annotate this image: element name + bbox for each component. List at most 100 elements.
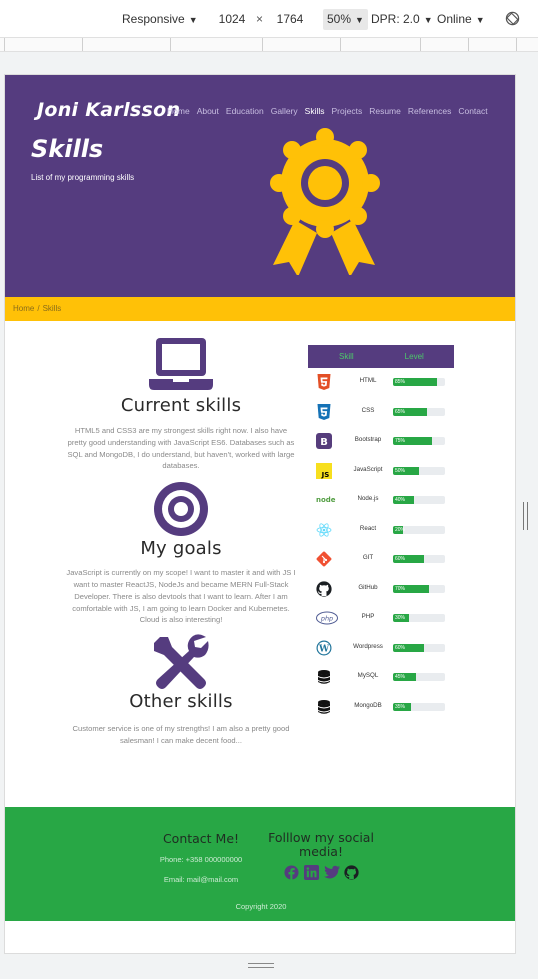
skill-row: GitHub 70% <box>308 575 454 605</box>
skill-name: MySQL <box>357 672 379 679</box>
site-brand[interactable]: Joni Karlsson <box>37 99 180 121</box>
section-title: Other skills <box>129 691 233 713</box>
bootstrap-icon: B <box>316 433 332 449</box>
caret-down-icon: ▼ <box>188 15 198 25</box>
page-title: Skills <box>31 135 104 163</box>
zoom-label: 50% <box>327 12 352 26</box>
breadcrumb-home[interactable]: Home <box>13 304 34 313</box>
hero-header: Joni Karlsson Home About Education Galle… <box>5 75 515 297</box>
dimension-separator: × <box>256 12 264 26</box>
skill-progress-bar: 30% <box>393 614 445 622</box>
skills-sections: Current skills HTML5 and CSS3 are my str… <box>65 337 297 747</box>
main-nav: Home About Education Gallery Skills Proj… <box>167 106 488 116</box>
skill-progress-bar: 45% <box>393 673 445 681</box>
svg-text:node: node <box>316 496 336 504</box>
zoom-select[interactable]: 50% ▼ <box>323 9 368 30</box>
network-label: Online <box>437 12 472 26</box>
skill-row: JS JavaScript 50% <box>308 457 454 487</box>
height-input[interactable]: 1764 <box>270 9 310 30</box>
header-skill: Skill <box>339 352 354 361</box>
dpr-label: DPR: 2.0 <box>371 12 420 26</box>
breadcrumb-separator: / <box>37 304 40 313</box>
breadcrumb: Home / Skills <box>5 297 515 321</box>
nav-education[interactable]: Education <box>226 106 264 116</box>
skill-name: MongoDB <box>354 701 382 709</box>
html5-icon <box>316 374 332 390</box>
svg-text:W: W <box>318 644 330 654</box>
skill-name: CSS <box>361 406 375 414</box>
table-body: HTML 85% CSS 65% B Bootstrap 75% JS JavaScript 50… <box>308 368 454 722</box>
contact-phone: Phone: +358 000000000 <box>159 855 243 864</box>
skills-table: Skill Level HTML 85% CSS 65% B Bootstrap 75% JS… <box>308 345 454 722</box>
dpr-select[interactable]: DPR: 2.0 ▼ <box>371 12 433 26</box>
skill-row: React 20% <box>308 516 454 546</box>
award-badge-icon <box>270 128 380 275</box>
skill-row: HTML 85% <box>308 368 454 398</box>
skill-row: B Bootstrap 75% <box>308 427 454 457</box>
skill-progress-fill: 75% <box>393 437 432 445</box>
caret-down-icon: ▼ <box>423 15 433 25</box>
network-throttle-select[interactable]: Online ▼ <box>437 12 485 26</box>
contact-title: Contact Me! <box>162 831 240 846</box>
skill-progress-bar: 65% <box>393 407 445 416</box>
skill-progress-bar: 60% <box>393 555 445 563</box>
svg-text:php: php <box>320 615 333 623</box>
skill-name: React <box>359 524 377 532</box>
section-text: Customer service is one of my strengths!… <box>72 724 290 745</box>
nav-skills[interactable]: Skills <box>305 106 325 116</box>
nav-about[interactable]: About <box>197 106 219 116</box>
section-title: My goals <box>140 538 222 560</box>
page-subtitle: List of my programming skills <box>31 173 135 182</box>
rotate-icon[interactable] <box>505 11 520 26</box>
breadcrumb-current: Skills <box>42 304 62 313</box>
github-icon <box>316 580 332 597</box>
skill-progress-bar: 85% <box>393 378 445 386</box>
skill-name: PHP <box>361 613 375 620</box>
twitter-icon[interactable] <box>323 865 340 880</box>
device-label: Responsive <box>122 12 185 26</box>
skill-progress-fill: 65% <box>393 407 427 416</box>
nav-home[interactable]: Home <box>167 106 190 116</box>
section-title: Current skills <box>120 395 242 416</box>
nav-references[interactable]: References <box>408 106 451 116</box>
caret-down-icon: ▼ <box>475 15 485 25</box>
caret-down-icon: ▼ <box>355 15 364 25</box>
skill-row: MySQL 45% <box>308 663 454 693</box>
skill-progress-fill: 35% <box>393 702 412 711</box>
footer-contact: Contact Me! Phone: +358 000000000 Email:… <box>145 831 257 884</box>
skill-progress-fill: 40% <box>393 496 414 504</box>
skill-row: php PHP 30% <box>308 604 454 634</box>
github-icon[interactable] <box>343 865 359 880</box>
nodejs-icon: node <box>316 492 336 508</box>
skill-progress-fill: 60% <box>393 555 425 563</box>
viewport-height-handle[interactable] <box>248 963 274 969</box>
skill-progress-fill: 20% <box>393 525 406 534</box>
section-other-skills: Other skills Customer service is one of … <box>65 633 297 747</box>
site-footer: Contact Me! Phone: +358 000000000 Email:… <box>5 807 515 921</box>
header-level: Level <box>404 352 424 361</box>
width-input[interactable]: 1024 <box>212 9 252 30</box>
skill-progress-fill: 50% <box>393 466 419 475</box>
skill-progress-bar: 70% <box>393 584 445 593</box>
skill-name: JavaScript <box>353 465 383 473</box>
copyright: Copyright 2020 <box>235 902 287 911</box>
device-select[interactable]: Responsive ▼ <box>122 12 198 26</box>
footer-social: Folllow my social media! <box>265 831 377 880</box>
skill-row: MongoDB 35% <box>308 693 454 723</box>
nav-gallery[interactable]: Gallery <box>271 106 298 116</box>
react-icon <box>316 522 332 538</box>
facebook-icon[interactable] <box>283 865 299 880</box>
svg-text:B: B <box>320 437 328 448</box>
viewport-resize-handle[interactable] <box>523 502 528 530</box>
device-viewport: Joni Karlsson Home About Education Galle… <box>4 74 516 954</box>
target-icon <box>154 482 208 537</box>
skill-progress-bar: 35% <box>393 702 445 711</box>
nav-projects[interactable]: Projects <box>332 106 363 116</box>
git-icon <box>316 551 332 567</box>
linkedin-icon[interactable] <box>303 865 319 880</box>
nav-resume[interactable]: Resume <box>369 106 401 116</box>
skill-progress-bar: 20% <box>393 525 445 534</box>
tools-icon <box>154 634 209 690</box>
nav-contact[interactable]: Contact <box>458 106 487 116</box>
contact-email[interactable]: Email: mail@mail.com <box>145 875 257 884</box>
